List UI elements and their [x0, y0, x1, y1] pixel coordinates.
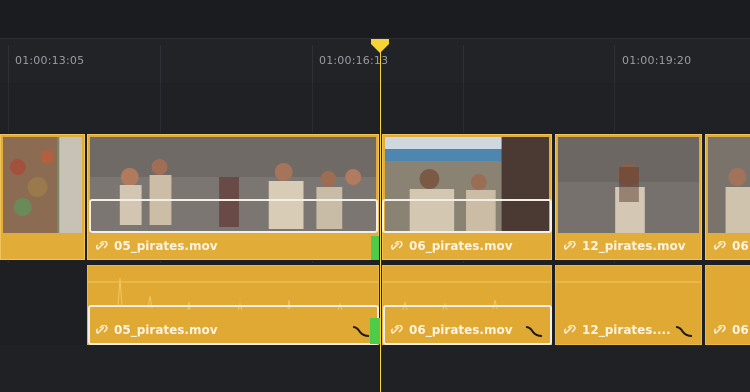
clip-name-text: 05_pirates.mov: [114, 239, 218, 253]
clip-name: 05_pirates.mov: [96, 239, 218, 253]
empty-track-area: [0, 345, 750, 392]
audio-clip[interactable]: 12_pirates....: [555, 265, 702, 345]
clip-thumbnail: [708, 137, 750, 233]
clip-name: 12_pirates.mov: [564, 239, 686, 253]
ruler-major-tick: [614, 45, 615, 83]
edit-point-marker[interactable]: [370, 318, 380, 344]
selected-clip-outline: [383, 305, 552, 345]
link-icon: [564, 325, 576, 334]
ruler-major-tick: [463, 45, 464, 83]
link-icon: [96, 241, 108, 250]
timeline-header-bar: [0, 0, 750, 38]
clip-name: 06_pirates.mov: [391, 239, 513, 253]
clip-thumbnail: [3, 137, 82, 233]
ruler-timecode: 01:00:13:05: [15, 54, 85, 67]
clip-name-text: 06_pirates.mov: [409, 239, 513, 253]
ruler-timecode: 01:00:16:13: [319, 54, 389, 67]
empty-track-area: [0, 83, 750, 133]
ruler-major-tick: [160, 45, 161, 83]
clip-name-text: 12_pirates....: [582, 323, 671, 337]
link-icon: [714, 241, 726, 250]
audio-waveform: [556, 281, 701, 283]
clip-label-bar: [1, 233, 84, 259]
clip-label-bar: 12_pirates.mov: [556, 233, 701, 259]
clip-name-text: 12_pirates.mov: [582, 239, 686, 253]
link-icon: [714, 325, 726, 334]
audio-fade-icon[interactable]: [675, 325, 693, 337]
video-clip[interactable]: [0, 134, 85, 260]
clip-name: 12_pirates....: [564, 323, 671, 337]
clip-name-text: 06: [732, 323, 749, 337]
video-clip[interactable]: 06_pirates.mov: [382, 134, 552, 260]
audio-clip[interactable]: 06: [705, 265, 750, 345]
selected-clip-outline: [382, 199, 552, 233]
clip-label-bar: 12_pirates....: [556, 316, 701, 344]
clip-label-bar: 06: [706, 316, 750, 344]
clip-name-text: 06: [732, 239, 749, 253]
selected-clip-outline: [89, 199, 378, 233]
link-icon: [391, 241, 403, 250]
playhead-line[interactable]: [380, 44, 381, 392]
ruler-major-tick: [312, 45, 313, 83]
link-icon: [564, 241, 576, 250]
edit-point-marker[interactable]: [371, 236, 379, 260]
clip-label-bar: 05_pirates.mov: [88, 233, 378, 259]
ruler-major-tick: [8, 45, 9, 83]
clip-label-bar: 06: [706, 233, 750, 259]
clip-label-bar: 06_pirates.mov: [383, 233, 551, 259]
clip-name: 06: [714, 239, 749, 253]
video-clip[interactable]: 12_pirates.mov: [555, 134, 702, 260]
selected-clip-outline: [88, 305, 379, 345]
ruler-timecode: 01:00:19:20: [622, 54, 692, 67]
video-clip[interactable]: 05_pirates.mov: [87, 134, 379, 260]
clip-name: 06: [714, 323, 749, 337]
clip-thumbnail: [558, 137, 699, 233]
playhead-marker-icon[interactable]: [371, 39, 389, 53]
video-clip[interactable]: 06: [705, 134, 750, 260]
